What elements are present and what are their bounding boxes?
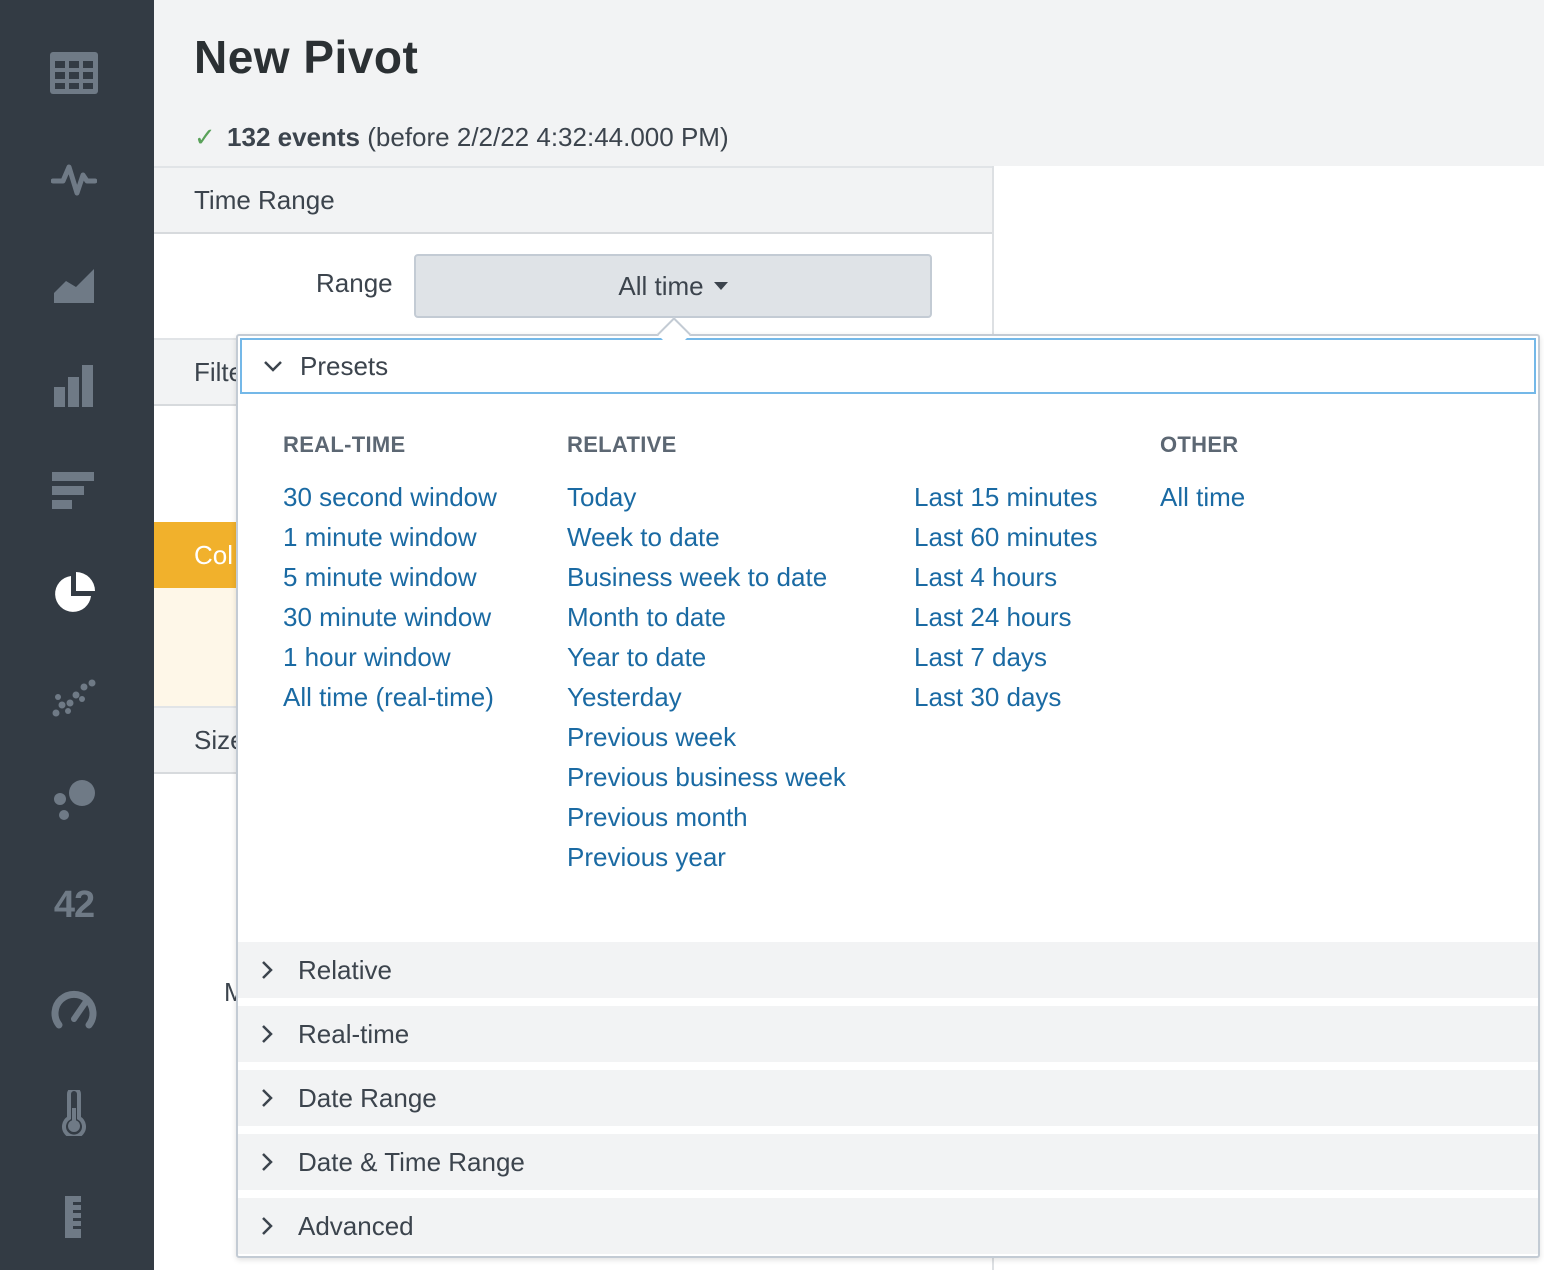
chevron-right-icon xyxy=(262,1089,273,1107)
pie-chart-icon[interactable] xyxy=(45,564,103,622)
chevron-right-icon xyxy=(262,1153,273,1171)
column-chart-icon[interactable] xyxy=(45,356,103,414)
chevron-down-icon xyxy=(264,361,282,372)
other-heading: OTHER xyxy=(1160,432,1239,457)
preset-link[interactable]: Week to date xyxy=(567,522,720,552)
bubble-icon[interactable] xyxy=(45,770,103,828)
marker-gauge-icon[interactable] xyxy=(45,1188,103,1246)
caret-down-icon xyxy=(713,282,728,290)
section-real-time[interactable]: Real-time xyxy=(238,1002,1538,1062)
range-dropdown-button[interactable]: All time xyxy=(414,254,932,318)
section-advanced[interactable]: Advanced xyxy=(238,1194,1538,1254)
time-range-dropdown: Presets REAL-TIME RELATIVE OTHER 30 seco… xyxy=(236,334,1540,1258)
preset-link[interactable]: 5 minute window xyxy=(283,562,477,592)
single-value-icon[interactable]: 42 xyxy=(45,876,103,934)
color-header[interactable]: Col xyxy=(154,522,244,588)
filler-gauge-icon[interactable] xyxy=(45,1084,103,1142)
preset-link[interactable]: Previous week xyxy=(567,722,736,752)
page-title: New Pivot xyxy=(194,31,419,83)
preset-link[interactable]: Last 24 hours xyxy=(914,602,1072,632)
preset-link[interactable]: Last 7 days xyxy=(914,642,1047,672)
realtime-heading: REAL-TIME xyxy=(283,432,406,457)
sidebar: 42 xyxy=(0,0,154,1270)
single-value-text: 42 xyxy=(53,883,95,926)
chevron-right-icon xyxy=(262,1025,273,1043)
section-label: Date & Time Range xyxy=(298,1146,525,1177)
preset-link[interactable]: All time xyxy=(1160,482,1245,512)
preset-link[interactable]: 1 hour window xyxy=(283,642,451,672)
preset-link[interactable]: Previous year xyxy=(567,842,726,872)
table-icon[interactable] xyxy=(45,44,103,102)
presets-section-header[interactable]: Presets xyxy=(240,338,1536,394)
color-section-body xyxy=(154,588,244,706)
preset-link[interactable]: Last 15 minutes xyxy=(914,482,1098,512)
preset-link[interactable]: Business week to date xyxy=(567,562,827,592)
preset-link[interactable]: 30 second window xyxy=(283,482,497,512)
preset-link[interactable]: Last 60 minutes xyxy=(914,522,1098,552)
preset-link[interactable]: Previous month xyxy=(567,802,748,832)
events-count: 132 events xyxy=(227,122,361,152)
range-value: All time xyxy=(618,270,704,301)
preset-link[interactable]: Year to date xyxy=(567,642,706,672)
preset-link[interactable]: 30 minute window xyxy=(283,602,491,632)
preset-link[interactable]: Last 30 days xyxy=(914,682,1061,712)
radial-gauge-icon[interactable] xyxy=(45,980,103,1038)
check-icon: ✓ xyxy=(194,122,216,152)
pulse-icon[interactable] xyxy=(45,150,103,208)
preset-link[interactable]: Last 4 hours xyxy=(914,562,1057,592)
section-date-range[interactable]: Date Range xyxy=(238,1066,1538,1126)
area-chart-icon[interactable] xyxy=(45,256,103,314)
preset-link[interactable]: 1 minute window xyxy=(283,522,477,552)
relative-heading: RELATIVE xyxy=(567,432,677,457)
section-label: Relative xyxy=(298,954,392,985)
presets-label: Presets xyxy=(300,350,389,381)
preset-link[interactable]: Yesterday xyxy=(567,682,682,712)
section-date-time-range[interactable]: Date & Time Range xyxy=(238,1130,1538,1190)
time-range-header: Time Range xyxy=(154,166,992,234)
event-status: ✓ 132 events (before 2/2/22 4:32:44.000 … xyxy=(194,122,729,153)
scatter-icon[interactable] xyxy=(45,668,103,726)
section-label: Date Range xyxy=(298,1082,437,1113)
events-timestamp: (before 2/2/22 4:32:44.000 PM) xyxy=(367,122,729,152)
bar-chart-icon[interactable] xyxy=(45,462,103,520)
section-label: Real-time xyxy=(298,1018,410,1049)
section-label: Advanced xyxy=(298,1210,414,1241)
preset-link[interactable]: Previous business week xyxy=(567,762,846,792)
preset-link[interactable]: Month to date xyxy=(567,602,726,632)
chevron-right-icon xyxy=(262,1217,273,1235)
section-relative[interactable]: Relative xyxy=(238,938,1538,998)
preset-link[interactable]: Today xyxy=(567,482,636,512)
chevron-right-icon xyxy=(262,961,273,979)
range-label: Range xyxy=(316,268,393,298)
preset-link[interactable]: All time (real-time) xyxy=(283,682,494,712)
